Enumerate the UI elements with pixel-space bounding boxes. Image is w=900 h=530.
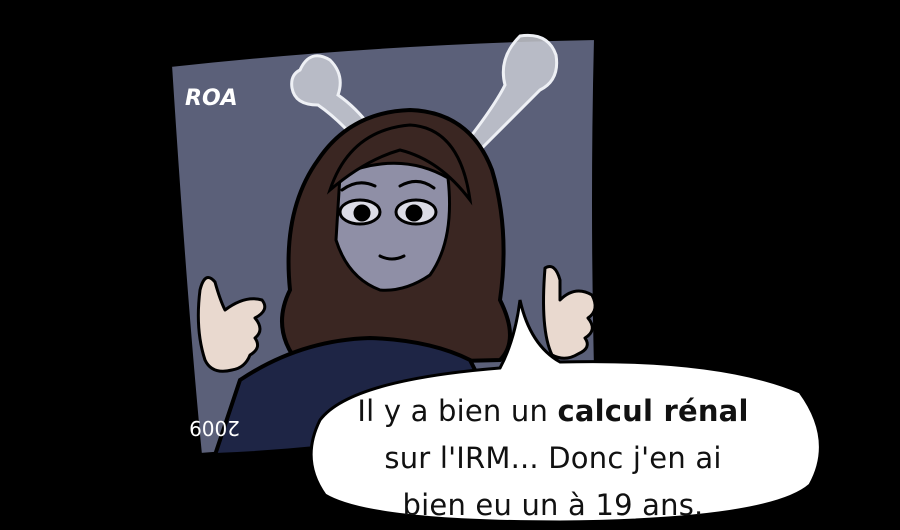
speech-bubble-text: Il y a bien un calcul rénal sur l'IRM...…	[318, 388, 788, 529]
bubble-line-1: Il y a bien un calcul rénal	[318, 388, 788, 435]
bubble-line-2: sur l'IRM... Donc j'en ai	[384, 441, 722, 475]
xray-year: 2009	[189, 416, 240, 440]
bubble-line-3: bien eu un à 19 ans.	[402, 488, 704, 522]
face	[334, 161, 451, 292]
xray-label: ROA	[185, 86, 238, 111]
bubble-emphasis: calcul rénal	[557, 394, 749, 428]
bubble-line-1-text: Il y a bien un	[357, 394, 558, 428]
